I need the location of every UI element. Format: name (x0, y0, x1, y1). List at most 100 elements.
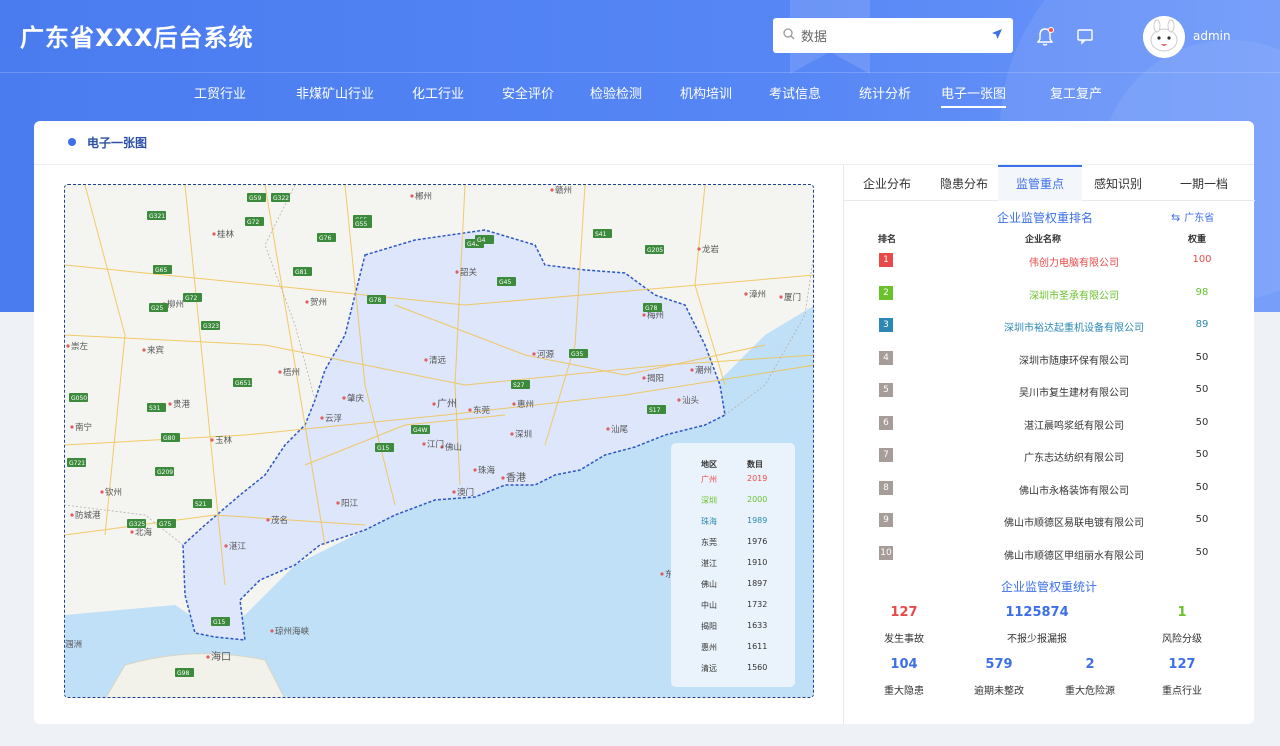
legend-area: 湛江 (701, 559, 717, 568)
map-city-dot (512, 402, 516, 406)
ranking-row[interactable]: 9 佛山市顺德区易联电镀有限公司 50 (844, 505, 1255, 537)
map-city-dot (66, 344, 70, 348)
map-city-dot (744, 292, 748, 296)
map-city-label: 广州 (437, 398, 457, 410)
road-marker: G323 (201, 321, 220, 330)
tab-enterprise-distribution[interactable]: 企业分布 (844, 165, 930, 201)
avatar[interactable] (1143, 16, 1185, 58)
weight-value: 50 (1195, 384, 1209, 395)
nav-item[interactable]: 机构培训 (680, 83, 732, 106)
enterprise-name[interactable]: 佛山市顺德区易联电镀有限公司 (974, 514, 1174, 529)
message-icon[interactable] (1076, 27, 1096, 47)
right-panel: 企业分布 隐患分布 监管重点 感知识别 一期一档 企业监管权重排名 ⇆ 广东省 排… (843, 165, 1255, 724)
nav-item[interactable]: 安全评价 (502, 83, 554, 106)
search-box[interactable] (773, 18, 1013, 53)
map-city-label: 贺州 (310, 297, 327, 308)
ranking-row[interactable]: 2 深圳市圣承有限公司 98 (844, 278, 1255, 310)
locate-arrow-icon[interactable] (991, 28, 1003, 43)
nav-item[interactable]: 复工复产 (1050, 83, 1102, 106)
nav-item[interactable]: 统计分析 (859, 83, 911, 106)
road-marker: S31 (147, 403, 166, 412)
enterprise-name[interactable]: 湛江晨鸣浆纸有限公司 (974, 417, 1174, 432)
road-label: G80 (163, 435, 175, 442)
rank-badge: 4 (879, 350, 893, 365)
map-city-label: 来宾 (147, 345, 164, 356)
enterprise-name[interactable]: 伟创力电脑有限公司 (974, 254, 1174, 269)
app-title: 广东省XXX后台系统 (20, 24, 254, 52)
bell-icon[interactable] (1036, 27, 1056, 47)
road-label: G322 (273, 195, 289, 202)
ranking-row[interactable]: 3 深圳市裕达起重机设备有限公司 89 (844, 310, 1255, 342)
notification-dot (1048, 27, 1054, 33)
province-map[interactable]: 梧州 柳州 来宾 桂林 南宁 贵港 玉林 钦州 防城港 北海 湛江 茂名 阳江 云浮 肇庆 清远 韶关 广州 佛山东… (64, 184, 814, 698)
ranking-row[interactable]: 1 伟创力电脑有限公司 100 (844, 245, 1255, 277)
map-city-label: 揭阳 (647, 373, 664, 384)
map-city-label: 湛江 (229, 542, 247, 552)
nav-item[interactable]: 考试信息 (769, 83, 821, 106)
road-marker: G75 (157, 519, 176, 528)
map-city-dot (697, 247, 701, 251)
map-city-dot (660, 572, 664, 576)
road-label: G72 (247, 219, 259, 226)
ranking-row[interactable]: 6 湛江晨鸣浆纸有限公司 50 (844, 408, 1255, 440)
enterprise-name[interactable]: 广东志达纺织有限公司 (974, 449, 1174, 464)
nav-item-active[interactable]: 电子一张图 (941, 83, 1007, 108)
stat-label: 重大隐患 (884, 686, 924, 697)
weight-value: 50 (1195, 449, 1209, 460)
road-marker: G35 (569, 349, 588, 358)
nav-item[interactable]: 非煤矿山行业 (296, 83, 374, 106)
nav-item[interactable]: 检验检测 (590, 83, 642, 106)
nav-item[interactable]: 工贸行业 (194, 83, 246, 106)
map-city-dot (278, 370, 282, 374)
ranking-row[interactable]: 4 深圳市随康环保有限公司 50 (844, 343, 1255, 375)
map-city-label: 茂名 (271, 515, 288, 526)
search-input[interactable] (801, 28, 991, 43)
legend-count: 1976 (747, 537, 768, 546)
legend-count: 1633 (747, 621, 768, 630)
map-city-dot (320, 416, 324, 420)
road-label: G4W (413, 427, 427, 434)
road-marker: S21 (193, 499, 212, 508)
nav-item[interactable]: 化工行业 (412, 83, 464, 106)
legend-count: 2019 (747, 474, 768, 483)
enterprise-name[interactable]: 吴川市复生建材有限公司 (974, 384, 1174, 399)
ranking-row[interactable]: 5 吴川市复生建材有限公司 50 (844, 375, 1255, 407)
map-city-dot (212, 232, 216, 236)
road-marker: G15 (211, 617, 230, 626)
map-city-dot (224, 544, 228, 548)
ranking-row[interactable]: 10 佛山市顺德区甲组丽水有限公司 50 (844, 538, 1255, 570)
ranking-row[interactable]: 8 佛山市永格装饰有限公司 50 (844, 473, 1255, 505)
tab-supervision-focus[interactable]: 监管重点 (998, 165, 1082, 201)
road-marker: G4 (475, 235, 494, 244)
enterprise-name[interactable]: 深圳市随康环保有限公司 (974, 352, 1174, 367)
enterprise-name[interactable]: 佛山市永格装饰有限公司 (974, 482, 1174, 497)
tab-hazard-distribution[interactable]: 隐患分布 (930, 165, 998, 201)
enterprise-name[interactable]: 佛山市顺德区甲组丽水有限公司 (974, 547, 1174, 562)
rank-badge: 3 (879, 318, 893, 332)
road-marker: S27 (511, 380, 530, 389)
tab-perception[interactable]: 感知识别 (1082, 165, 1154, 201)
road-label: G321 (149, 213, 165, 220)
region-switch[interactable]: ⇆ 广东省 (1171, 209, 1214, 224)
road-marker: G205 (645, 245, 664, 254)
road-label: G15 (377, 445, 389, 452)
map-city-dot (473, 468, 477, 472)
rank-badge: 5 (879, 383, 893, 397)
tab-one-file[interactable]: 一期一档 (1164, 165, 1244, 201)
weight-value: 98 (1195, 286, 1209, 298)
map-city-label: 柳州 (167, 299, 184, 310)
road-marker: G98 (175, 668, 194, 677)
road-label: G209 (157, 469, 173, 476)
road-label: G45 (499, 279, 511, 286)
road-marker: G15 (375, 443, 394, 452)
legend-count: 1732 (747, 600, 768, 609)
enterprise-name[interactable]: 深圳市圣承有限公司 (974, 287, 1174, 302)
username[interactable]: admin (1193, 29, 1231, 43)
ranking-row[interactable]: 7 广东志达纺织有限公司 50 (844, 440, 1255, 472)
map-city-label: 汕尾 (611, 424, 629, 435)
road-label: G7211 (69, 460, 89, 467)
enterprise-name[interactable]: 深圳市裕达起重机设备有限公司 (974, 319, 1174, 334)
stat-label: 发生事故 (884, 634, 924, 645)
road-marker: G65 (153, 265, 172, 274)
road-marker: G050 (69, 393, 88, 402)
